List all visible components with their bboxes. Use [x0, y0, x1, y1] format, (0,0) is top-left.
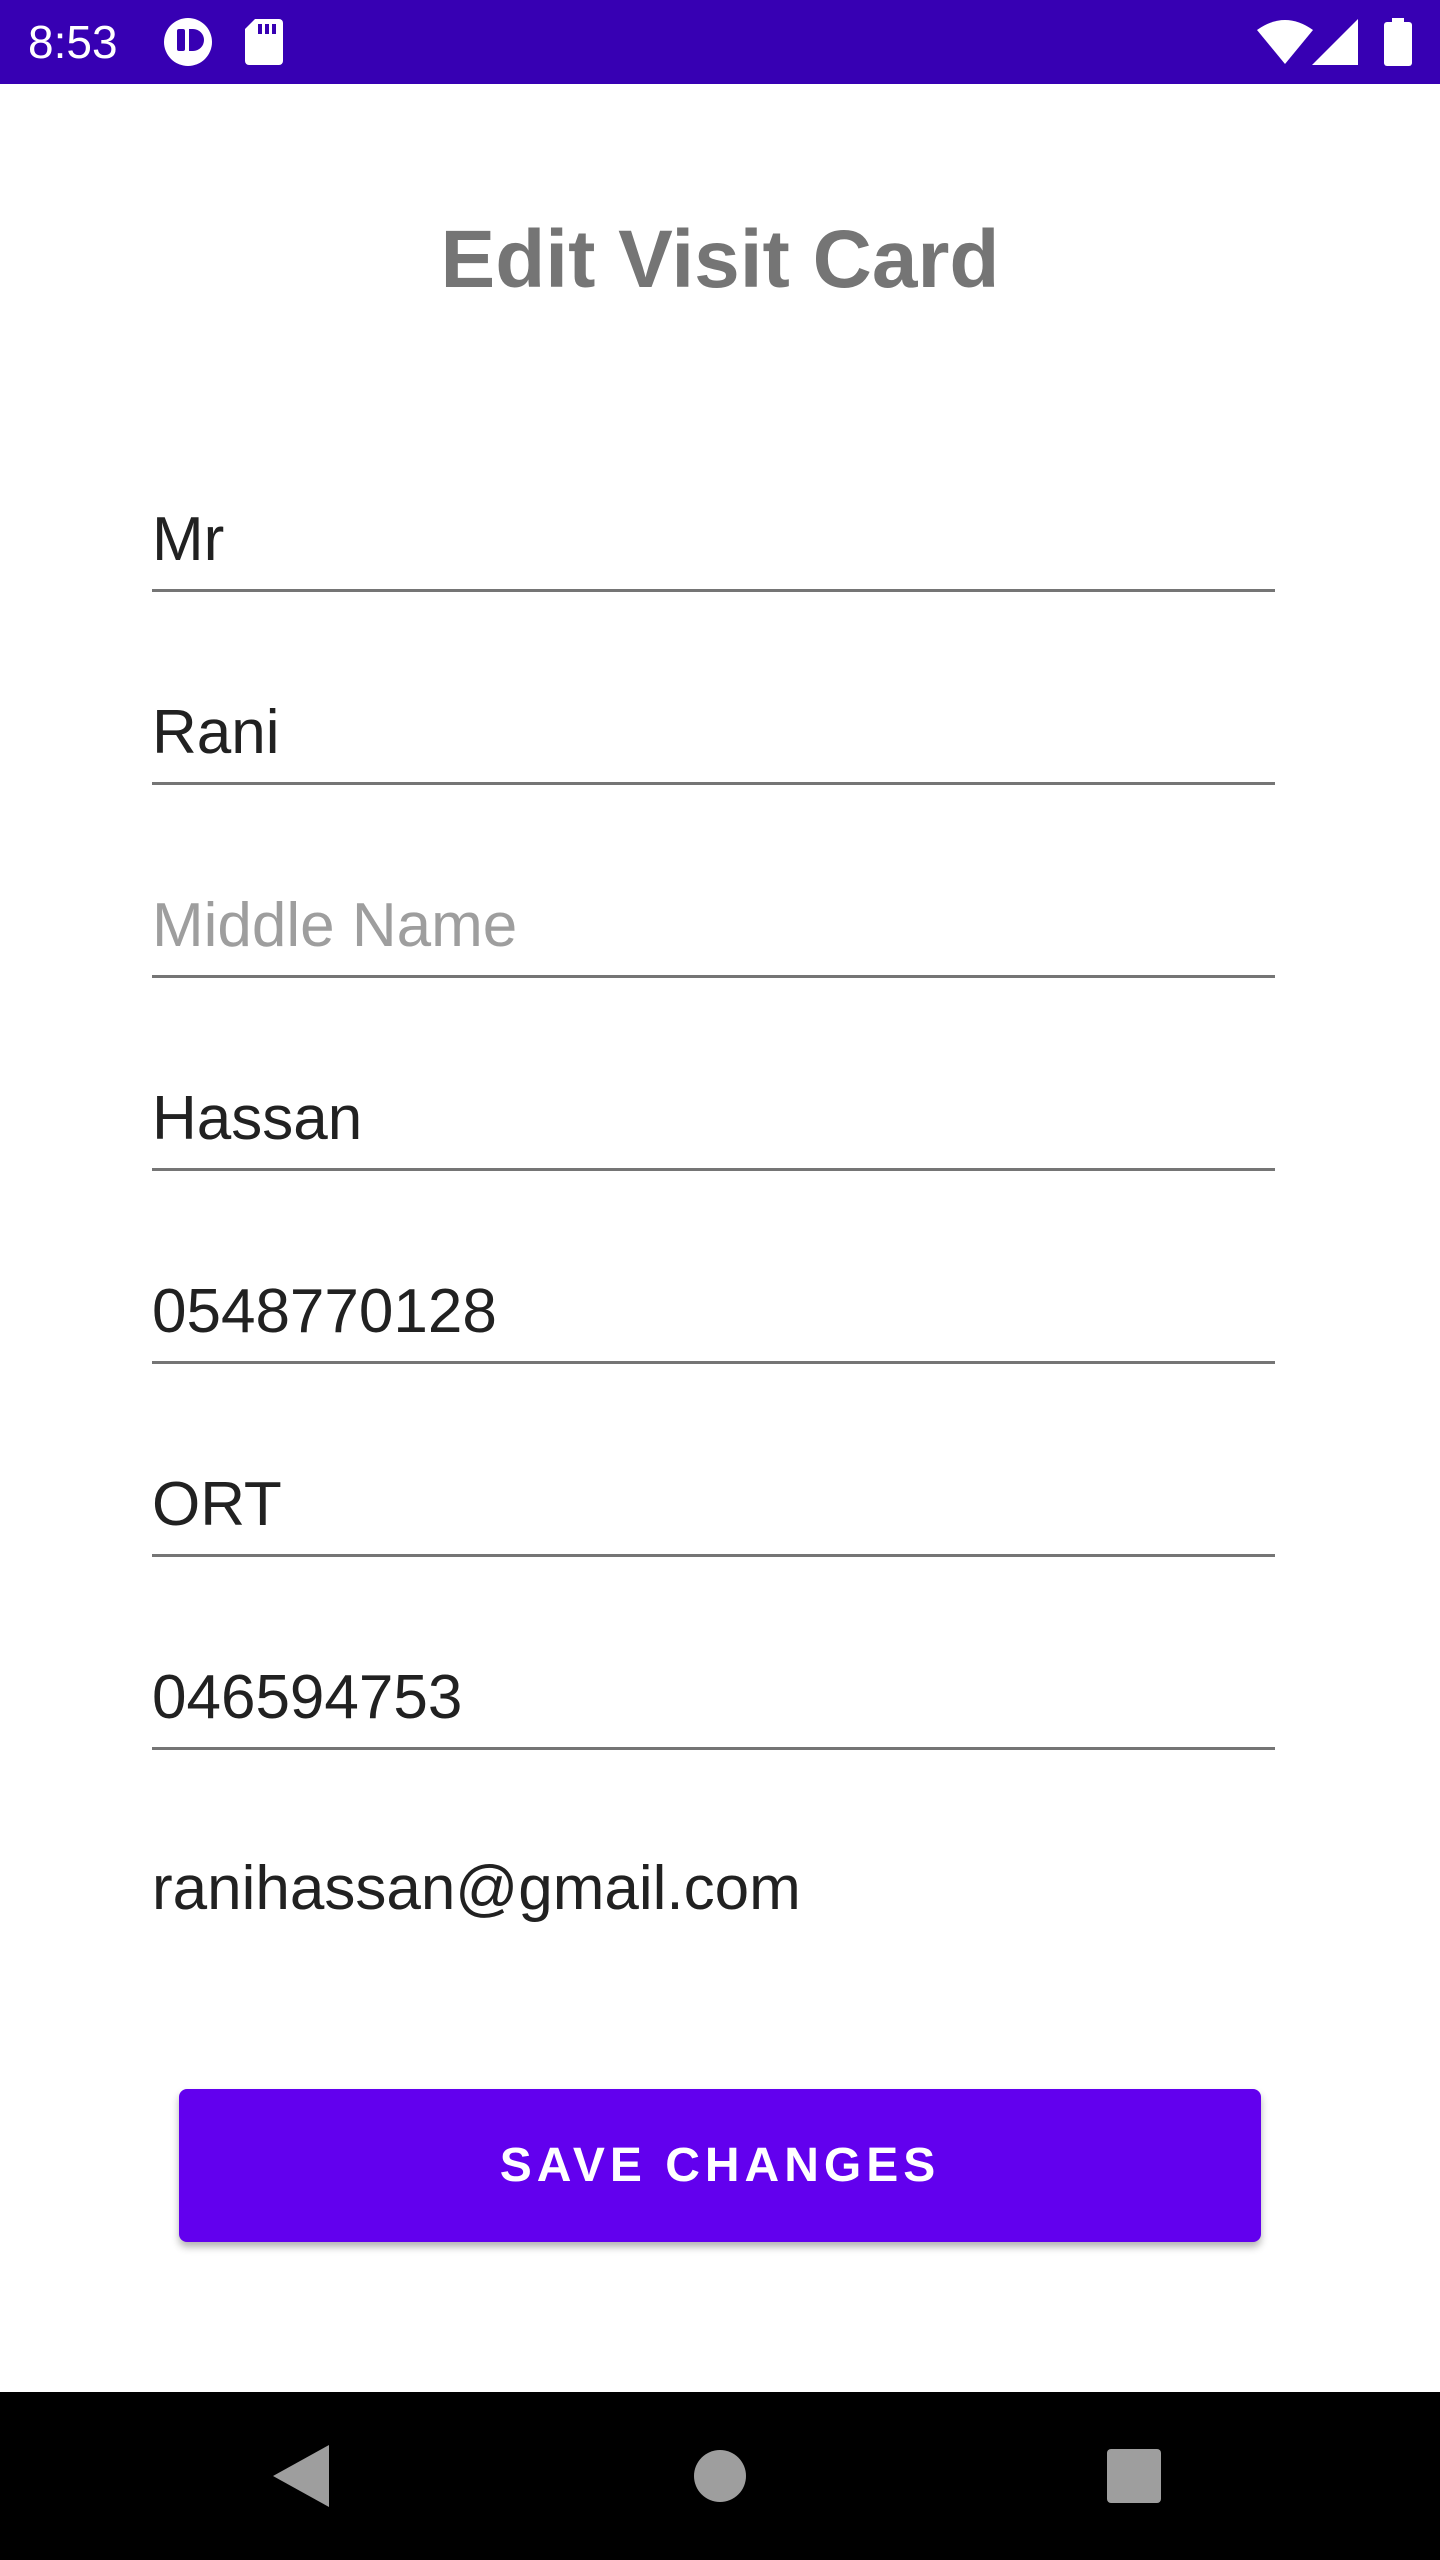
navigation-bar	[0, 2392, 1440, 2560]
signal-icon	[1310, 0, 1360, 84]
first-name-field-value: Rani	[152, 698, 280, 767]
title-field[interactable]: Mr	[152, 492, 1275, 592]
page-title: Edit Visit Card	[440, 214, 1000, 305]
phone-field[interactable]: 0548770128	[152, 1264, 1275, 1364]
home-icon[interactable]	[640, 2392, 800, 2560]
notification-app-icon	[160, 0, 216, 84]
title-field-value: Mr	[152, 505, 225, 574]
middle-name-field[interactable]: Middle Name	[152, 878, 1275, 978]
work-phone-field-value: 046594753	[152, 1663, 463, 1732]
battery-icon	[1380, 0, 1416, 84]
sd-card-icon	[242, 0, 286, 84]
work-phone-field[interactable]: 046594753	[152, 1650, 1275, 1750]
recents-icon[interactable]	[1054, 2392, 1214, 2560]
company-field[interactable]: ORT	[152, 1457, 1275, 1557]
first-name-field[interactable]: Rani	[152, 685, 1275, 785]
wifi-icon	[1255, 0, 1315, 84]
last-name-field-value: Hassan	[152, 1084, 363, 1153]
save-changes-button[interactable]: SAVE CHANGES	[179, 2089, 1261, 2242]
email-field[interactable]: ranihassan@gmail.com	[152, 1852, 801, 1926]
save-changes-label: SAVE CHANGES	[499, 2139, 941, 2192]
last-name-field[interactable]: Hassan	[152, 1071, 1275, 1171]
middle-name-placeholder: Middle Name	[152, 891, 518, 960]
phone-field-value: 0548770128	[152, 1277, 497, 1346]
back-icon[interactable]	[221, 2392, 381, 2560]
status-bar: 8:53	[0, 0, 1440, 84]
status-time: 8:53	[28, 16, 118, 68]
company-field-value: ORT	[152, 1470, 282, 1539]
